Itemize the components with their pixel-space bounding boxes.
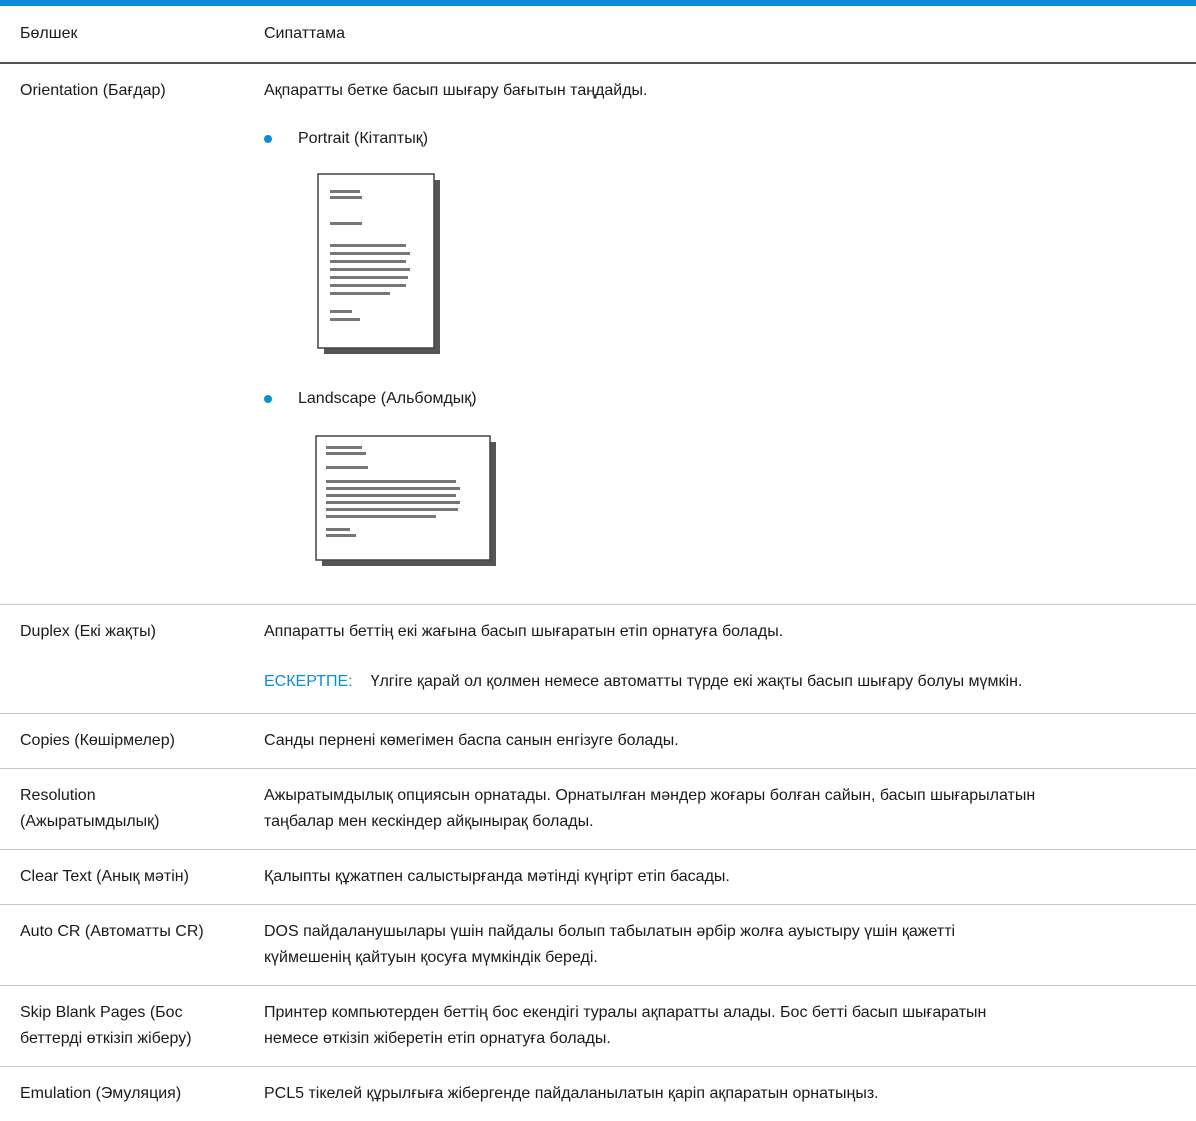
part-description: Аппаратты беттің екі жағына басып шығара… bbox=[264, 622, 784, 640]
table-row: Skip Blank Pages (Бос беттерді өткізіп ж… bbox=[0, 985, 1196, 1067]
table-row: Duplex (Екі жақты) Аппаратты беттің екі … bbox=[0, 604, 1196, 714]
bullet-label: Landscape (Альбомдық) bbox=[298, 390, 477, 407]
part-name-line: Skip Blank Pages (Бос bbox=[20, 1003, 183, 1021]
part-description: Санды пернені көмегімен баспа санын енгі… bbox=[264, 731, 679, 749]
settings-table: Бөлшек Сипаттама Orientation (Бағдар) Ақ… bbox=[0, 6, 1196, 1121]
part-description-line: DOS пайдаланушылары үшін пайдалы болып т… bbox=[264, 922, 956, 940]
table-row: Copies (Көшірмелер) Санды пернені көмегі… bbox=[0, 713, 1196, 769]
note: ЕСКЕРТПЕ: Үлгіге қарай ол қолмен немесе а… bbox=[264, 669, 1186, 695]
part-description-line: Ажыратымдылық опциясын орнатады. Орнатыл… bbox=[264, 786, 1036, 804]
part-name: Auto CR (Автоматты CR) bbox=[20, 922, 204, 940]
part-name-line: Resolution bbox=[20, 786, 96, 804]
part-name: Duplex (Екі жақты) bbox=[20, 622, 157, 640]
part-description: PCL5 тікелей құрылғыға жібергенде пайдал… bbox=[264, 1084, 879, 1102]
part-description-line: таңбалар мен кескіндер айқынырақ болады. bbox=[264, 812, 594, 830]
table-row: Clear Text (Анық мәтін) Қалыпты құжатпен… bbox=[0, 849, 1196, 905]
part-name-line: (Ажыратымдылық) bbox=[20, 812, 160, 830]
header-description: Сипаттама bbox=[264, 6, 1196, 64]
bullet-icon bbox=[264, 395, 272, 403]
part-name: Copies (Көшірмелер) bbox=[20, 731, 175, 749]
bullet-item: Landscape (Альбомдық) bbox=[264, 390, 1186, 408]
header-part: Бөлшек bbox=[0, 6, 264, 64]
note-text: Үлгіге қарай ол қолмен немесе автоматты … bbox=[370, 672, 1023, 690]
table-row: Resolution (Ажыратымдылық) Ажыратымдылық… bbox=[0, 768, 1196, 850]
part-description-line: күймешенің қайтуын қосуға мүмкіндік бере… bbox=[264, 948, 598, 966]
table-row: Auto CR (Автоматты CR) DOS пайдаланушыла… bbox=[0, 904, 1196, 986]
part-description: Ақпаратты бетке басып шығару бағытын таң… bbox=[264, 82, 648, 99]
portrait-page-icon bbox=[317, 173, 440, 354]
part-description-line: Принтер компьютерден беттің бос екендігі… bbox=[264, 1003, 987, 1021]
part-name-line: беттерді өткізіп жіберу) bbox=[20, 1029, 192, 1047]
table-row: Emulation (Эмуляция) PCL5 тікелей құрылғ… bbox=[0, 1066, 1196, 1121]
part-name: Clear Text (Анық мәтін) bbox=[20, 867, 189, 885]
table-header-row: Бөлшек Сипаттама bbox=[0, 6, 1196, 64]
part-description: Қалыпты құжатпен салыстырғанда мәтінді к… bbox=[264, 867, 730, 885]
part-name: Orientation (Бағдар) bbox=[20, 82, 166, 99]
table-row: Orientation (Бағдар) Ақпаратты бетке бас… bbox=[0, 63, 1196, 605]
part-description-line: немесе өткізіп жіберетін етіп орнатуға б… bbox=[264, 1029, 611, 1047]
part-name: Emulation (Эмуляция) bbox=[20, 1084, 182, 1102]
landscape-page-icon bbox=[315, 435, 496, 566]
bullet-icon bbox=[264, 135, 272, 143]
note-label: ЕСКЕРТПЕ: bbox=[264, 672, 353, 690]
bullet-label: Portrait (Кітаптық) bbox=[298, 130, 429, 147]
bullet-item: Portrait (Кітаптық) bbox=[264, 130, 1186, 148]
